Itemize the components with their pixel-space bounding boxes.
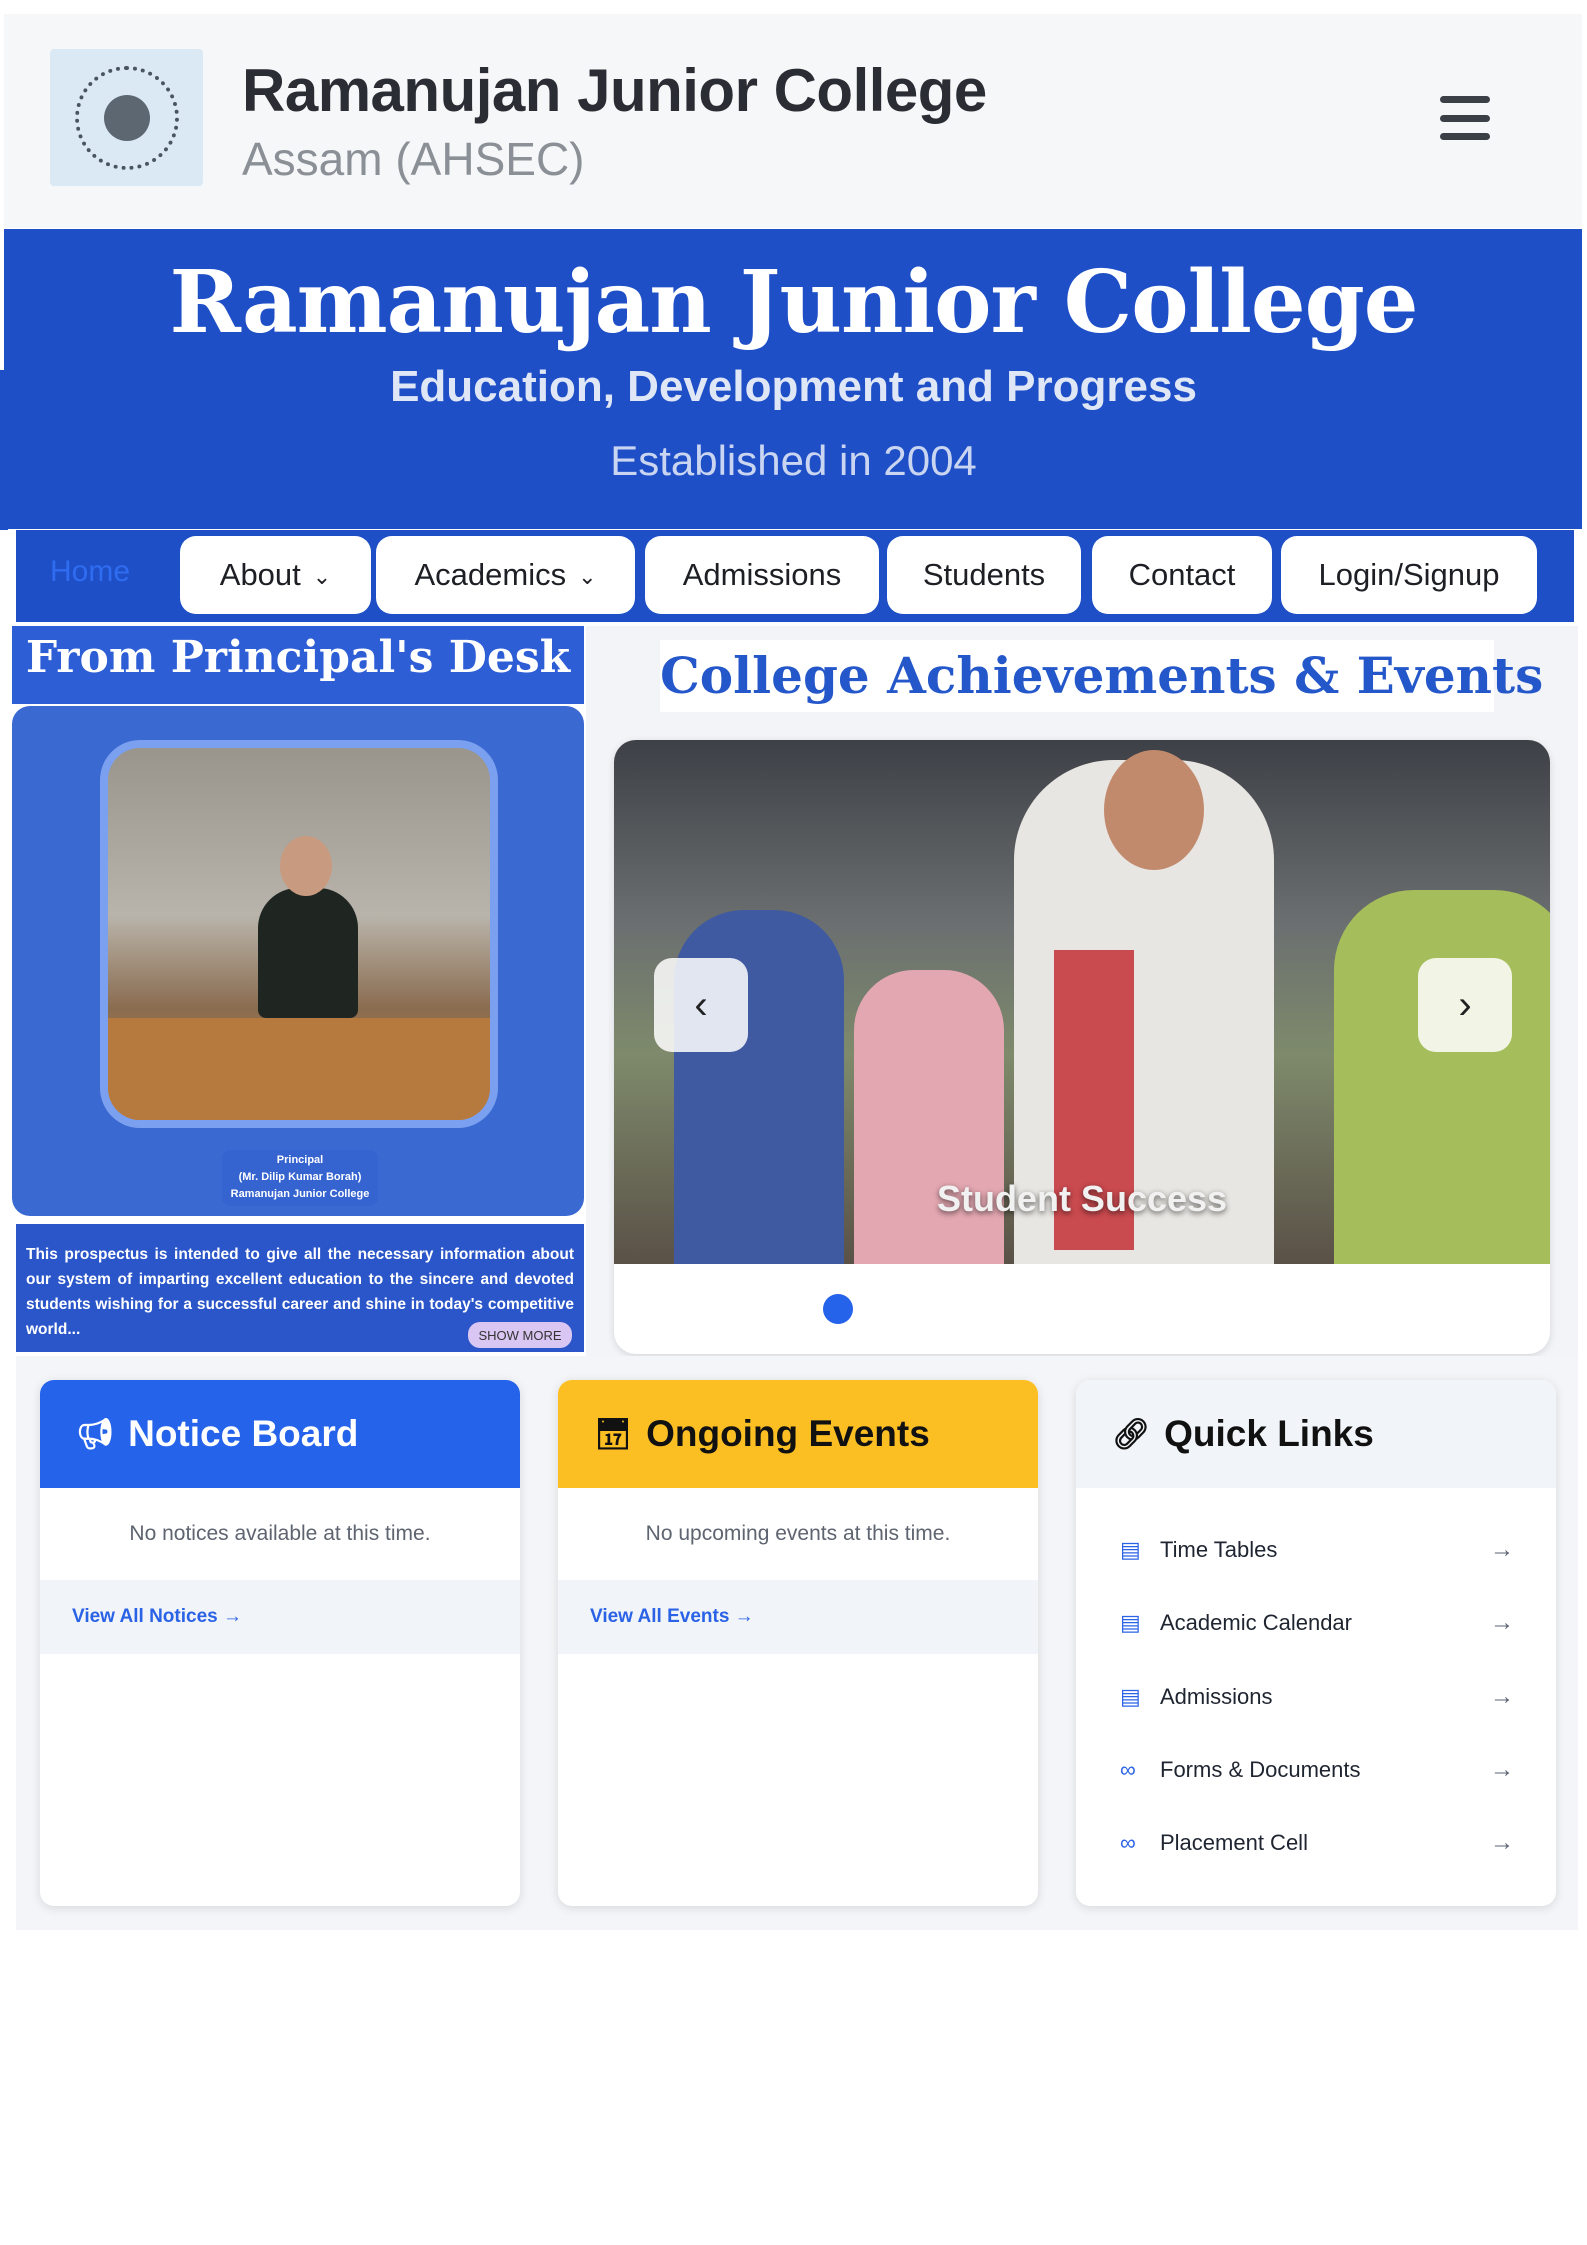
quick-link-academic-calendar[interactable]: ▤ Academic Calendar →: [1120, 1603, 1514, 1643]
arrow-right-icon: →: [1490, 1829, 1514, 1856]
megaphone-icon: 📢︎: [76, 1417, 115, 1451]
quick-link-label: Time Tables: [1160, 1537, 1278, 1562]
nav-about-label: About: [219, 557, 301, 592]
calendar-icon: 📅︎: [594, 1417, 633, 1451]
link-icon: ∞: [1120, 1757, 1136, 1782]
chevron-down-icon: ⌄: [578, 564, 597, 589]
banner-established: Established in 2004: [610, 437, 977, 484]
achievements-heading: College Achievements & Events: [660, 646, 1544, 705]
quick-link-forms-documents[interactable]: ∞ Forms & Documents →: [1120, 1750, 1514, 1790]
nav-home-link[interactable]: Home: [50, 555, 130, 589]
quick-links-header: 🔗︎ Quick Links: [1076, 1380, 1556, 1488]
principal-heading: From Principal's Desk: [25, 632, 571, 683]
nav-academics[interactable]: Academics ⌄: [376, 536, 635, 614]
nav-admissions[interactable]: Admissions: [645, 536, 879, 614]
chevron-down-icon: ⌄: [312, 564, 332, 589]
nav-admissions-label: Admissions: [682, 557, 842, 592]
link-icon: ∞: [1120, 1830, 1136, 1855]
quick-link-label: Forms & Documents: [1160, 1757, 1361, 1782]
ongoing-events-header: 📅︎ Ongoing Events: [558, 1380, 1038, 1488]
principal-college: Ramanujan Junior College: [230, 1188, 370, 1200]
nav-login-label: Login/Signup: [1318, 557, 1500, 592]
quick-link-label: Placement Cell: [1160, 1830, 1308, 1855]
quick-link-placement-cell[interactable]: ∞ Placement Cell →: [1120, 1823, 1514, 1863]
carousel-prev-button[interactable]: ‹: [654, 958, 748, 1052]
quick-link-label: Admissions: [1160, 1684, 1273, 1709]
college-seal-icon: [74, 65, 179, 170]
nav-contact[interactable]: Contact: [1092, 536, 1272, 614]
slide-caption: Student Success: [936, 1178, 1228, 1219]
chevron-left-icon: ‹: [694, 982, 708, 1027]
notice-empty-message: No notices available at this time.: [129, 1522, 431, 1545]
carousel-next-button[interactable]: ›: [1418, 958, 1512, 1052]
show-more-button[interactable]: SHOW MORE: [468, 1322, 572, 1348]
arrow-right-icon: →: [1490, 1756, 1514, 1783]
link-icon: 🔗︎: [1112, 1417, 1151, 1451]
quick-link-time-tables[interactable]: ▤ Time Tables →: [1120, 1530, 1514, 1570]
arrow-right-icon: →: [1490, 1683, 1514, 1710]
carousel-indicator-dot[interactable]: [823, 1294, 853, 1324]
quick-link-admissions[interactable]: ▤ Admissions →: [1120, 1677, 1514, 1717]
site-subtitle: Assam (AHSEC): [242, 133, 585, 185]
nav-login-signup[interactable]: Login/Signup: [1281, 536, 1537, 614]
site-title[interactable]: Ramanujan Junior College: [242, 56, 987, 125]
view-all-events-link[interactable]: View All Events →: [558, 1580, 1038, 1654]
principal-role: Principal: [276, 1154, 324, 1166]
quick-link-label: Academic Calendar: [1160, 1610, 1352, 1635]
arrow-right-icon: →: [1490, 1536, 1514, 1563]
college-logo[interactable]: [50, 49, 203, 186]
nav-about[interactable]: About ⌄: [180, 536, 371, 614]
notice-board-card: 📢︎ Notice Board No notices available at …: [40, 1380, 520, 1906]
principal-caption: Principal (Mr. Dilip Kumar Borah) Ramanu…: [222, 1150, 378, 1206]
banner-tagline: Education, Development and Progress: [390, 362, 1197, 411]
notice-board-title: Notice Board: [128, 1413, 359, 1454]
calendar-icon: ▤: [1120, 1537, 1141, 1562]
nav-academics-label: Academics: [414, 557, 567, 592]
quick-links-card: 🔗︎ Quick Links ▤ Time Tables → ▤ Academi…: [1076, 1380, 1556, 1906]
calendar-icon: ▤: [1120, 1610, 1141, 1635]
nav-contact-label: Contact: [1128, 557, 1236, 592]
banner-title: Ramanujan Junior College: [169, 252, 1419, 353]
events-empty-message: No upcoming events at this time.: [645, 1522, 951, 1545]
ongoing-events-card: 📅︎ Ongoing Events No upcoming events at …: [558, 1380, 1038, 1906]
nav-students[interactable]: Students: [887, 536, 1081, 614]
principal-name: (Mr. Dilip Kumar Borah): [238, 1171, 362, 1183]
principal-photo: [100, 740, 498, 1128]
view-all-notices-link[interactable]: View All Notices →: [40, 1580, 520, 1654]
arrow-right-icon: →: [1490, 1609, 1514, 1636]
calendar-icon: ▤: [1120, 1684, 1141, 1709]
nav-students-label: Students: [922, 557, 1046, 592]
quick-links-title: Quick Links: [1164, 1413, 1374, 1454]
notice-board-header: 📢︎ Notice Board: [40, 1380, 520, 1488]
chevron-right-icon: ›: [1458, 982, 1472, 1027]
ongoing-events-title: Ongoing Events: [646, 1413, 930, 1454]
hamburger-menu-icon[interactable]: [1440, 96, 1490, 140]
